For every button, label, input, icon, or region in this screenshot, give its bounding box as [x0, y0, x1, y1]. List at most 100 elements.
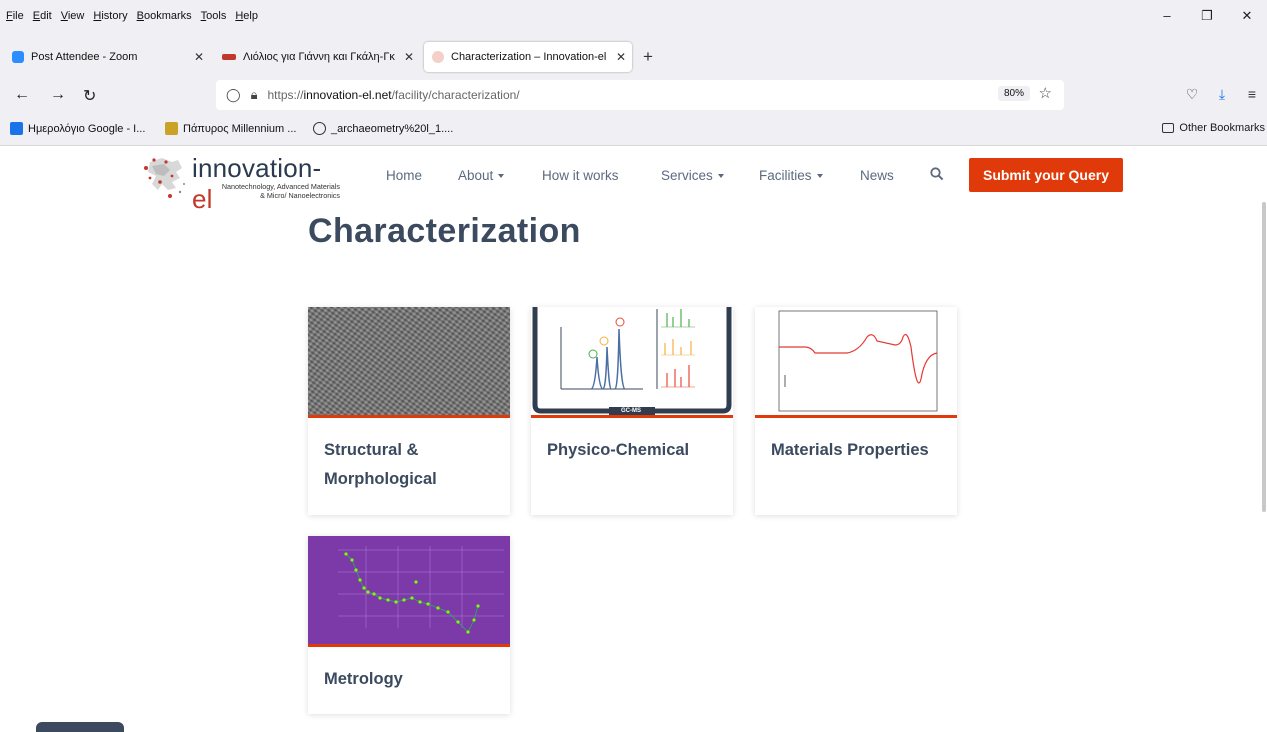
- floating-button[interactable]: [36, 722, 124, 732]
- video-icon: [222, 54, 236, 60]
- close-tab-icon[interactable]: ✕: [616, 50, 626, 64]
- url-text[interactable]: https://innovation-el.net/facility/chara…: [267, 88, 519, 102]
- tab-video[interactable]: Λιόλιος για Γιάννη και Γκάλη-Γκ ✕: [214, 42, 420, 72]
- card-physico-chemical[interactable]: GC-MS Physico-Chemical: [531, 307, 733, 515]
- nav-facilities[interactable]: Facilities: [759, 168, 823, 183]
- gc-ms-label: GC-MS: [621, 408, 641, 414]
- menu-edit[interactable]: Edit: [33, 10, 52, 22]
- dsc-curve-image: [755, 307, 957, 418]
- back-arrow-icon[interactable]: ←: [14, 86, 30, 104]
- submit-query-button[interactable]: Submit your Query: [969, 158, 1123, 192]
- nav-label: Home: [386, 168, 423, 183]
- window-controls: – ❐ ✕: [1147, 8, 1267, 24]
- tab-title: Characterization – Innovation-el: [451, 51, 607, 63]
- tab-title: Λιόλιος για Γιάννη και Γκάλη-Γκ: [243, 51, 395, 63]
- bookmark-archaeometry[interactable]: _archaeometry%20l_1....: [313, 122, 453, 135]
- nav-label: How it works: [542, 168, 619, 183]
- logo-tagline-line-2: & Micro/ Nanoelectronics: [260, 191, 340, 200]
- site-icon: [432, 51, 444, 63]
- zoom-icon: [12, 51, 24, 63]
- menu-file[interactable]: File: [6, 10, 24, 22]
- navigation-bar: ← → ↻ ◯ 🔒︎ https://innovation-el.net/fac…: [0, 78, 1267, 114]
- caret-down-icon: [498, 173, 505, 178]
- reload-icon[interactable]: ↻: [83, 86, 96, 106]
- nav-news[interactable]: News: [860, 168, 894, 183]
- url-path: /facility/characterization/: [391, 88, 520, 102]
- menu-help[interactable]: Help: [235, 10, 258, 22]
- address-bar[interactable]: ◯ 🔒︎ https://innovation-el.net/facility/…: [216, 80, 1064, 110]
- card-caption-line-1: Structural &: [324, 441, 419, 459]
- gc-ms-chart-graphic: [531, 307, 733, 415]
- menu-history[interactable]: History: [93, 10, 127, 22]
- card-caption: Physico-Chemical: [531, 418, 733, 465]
- download-icon[interactable]: ⤓: [1207, 86, 1237, 103]
- oc-plot-image: [308, 536, 510, 647]
- zoom-level-badge[interactable]: 80%: [997, 86, 1030, 101]
- hamburger-menu-icon[interactable]: ≡: [1237, 86, 1267, 103]
- card-caption: Structural & Morphological: [308, 418, 510, 494]
- restore-icon[interactable]: ❐: [1187, 8, 1227, 24]
- toolbar-icons: ♡ ⤓ ≡: [1177, 86, 1267, 103]
- card-structural-morphological[interactable]: Structural & Morphological: [308, 307, 510, 515]
- bookmark-papyrus[interactable]: Πάπυρος Millennium ...: [165, 122, 296, 135]
- card-caption-line-2: Morphological: [324, 470, 437, 488]
- card-caption: Materials Properties: [755, 418, 957, 465]
- nav-label: News: [860, 168, 894, 183]
- dsc-curve-graphic: [778, 310, 938, 412]
- menu-view[interactable]: View: [61, 10, 85, 22]
- menu-tools[interactable]: Tools: [201, 10, 227, 22]
- folder-icon: [1162, 123, 1175, 133]
- page-title: Characterization: [308, 212, 581, 250]
- card-materials-properties[interactable]: Materials Properties: [755, 307, 957, 515]
- url-prefix: https://: [267, 88, 304, 102]
- tab-zoom[interactable]: Post Attendee - Zoom ✕: [4, 42, 210, 72]
- globe-icon: [313, 122, 326, 135]
- browser-chrome: File Edit View History Bookmarks Tools H…: [0, 0, 1267, 146]
- bookmark-star-icon[interactable]: ☆: [1039, 84, 1052, 102]
- caret-down-icon: [816, 173, 823, 178]
- new-tab-button[interactable]: +: [643, 47, 653, 67]
- nav-services[interactable]: Services: [661, 168, 724, 183]
- papyrus-icon: [165, 122, 178, 135]
- card-metrology[interactable]: Metrology: [308, 536, 510, 714]
- card-caption-line-1: Physico-Chemical: [547, 441, 690, 459]
- close-tab-icon[interactable]: ✕: [194, 50, 204, 64]
- nav-how-it-works[interactable]: How it works: [542, 168, 619, 183]
- tab-bar: Post Attendee - Zoom ✕ Λιόλιος για Γιάνν…: [0, 36, 1267, 78]
- site-logo[interactable]: innovation-el Nanotechnology, Advanced M…: [142, 150, 342, 214]
- greece-map-logo-icon: [144, 158, 185, 198]
- minimize-icon[interactable]: –: [1147, 8, 1187, 24]
- card-caption-line-1: Materials Properties: [771, 441, 929, 459]
- bookmark-label: Πάπυρος Millennium ...: [183, 122, 297, 135]
- forward-arrow-icon[interactable]: →: [50, 86, 66, 104]
- nav-label: Facilities: [759, 168, 812, 183]
- nav-label: About: [458, 168, 494, 183]
- other-bookmarks-label: Other Bookmarks: [1179, 122, 1265, 134]
- tab-title: Post Attendee - Zoom: [31, 51, 138, 63]
- nav-label: Services: [661, 168, 713, 183]
- close-window-icon[interactable]: ✕: [1227, 8, 1267, 24]
- other-bookmarks[interactable]: Other Bookmarks: [1162, 122, 1265, 134]
- scrollbar-thumb[interactable]: [1262, 202, 1266, 512]
- page-scrollbar[interactable]: [1259, 146, 1267, 728]
- tab-characterization[interactable]: Characterization – Innovation-el ✕: [424, 42, 632, 72]
- shield-icon[interactable]: ◯: [226, 87, 241, 103]
- calendar-icon: [10, 122, 23, 135]
- close-tab-icon[interactable]: ✕: [403, 50, 414, 64]
- menu-bar: File Edit View History Bookmarks Tools H…: [0, 0, 1267, 36]
- bookmark-google-calendar[interactable]: Ημερολόγιο Google - I...: [10, 122, 145, 135]
- logo-tagline: Nanotechnology, Advanced Materials & Mic…: [192, 182, 340, 200]
- pocket-icon[interactable]: ♡: [1177, 86, 1207, 103]
- card-caption-line-1: Metrology: [324, 670, 403, 688]
- bookmark-label: Ημερολόγιο Google - I...: [28, 122, 146, 135]
- url-host: innovation-el.net: [303, 88, 392, 102]
- logo-tagline-line-1: Nanotechnology, Advanced Materials: [221, 182, 340, 191]
- menu-bookmarks[interactable]: Bookmarks: [137, 10, 192, 22]
- tem-lattice-image: [308, 307, 510, 418]
- search-icon[interactable]: [930, 167, 944, 181]
- nav-about[interactable]: About: [458, 168, 505, 183]
- web-page: innovation-el Nanotechnology, Advanced M…: [0, 146, 1267, 732]
- nav-home[interactable]: Home: [386, 168, 422, 183]
- lock-icon[interactable]: 🔒︎: [251, 87, 258, 103]
- logo-wordmark-main: innovation-: [192, 153, 322, 183]
